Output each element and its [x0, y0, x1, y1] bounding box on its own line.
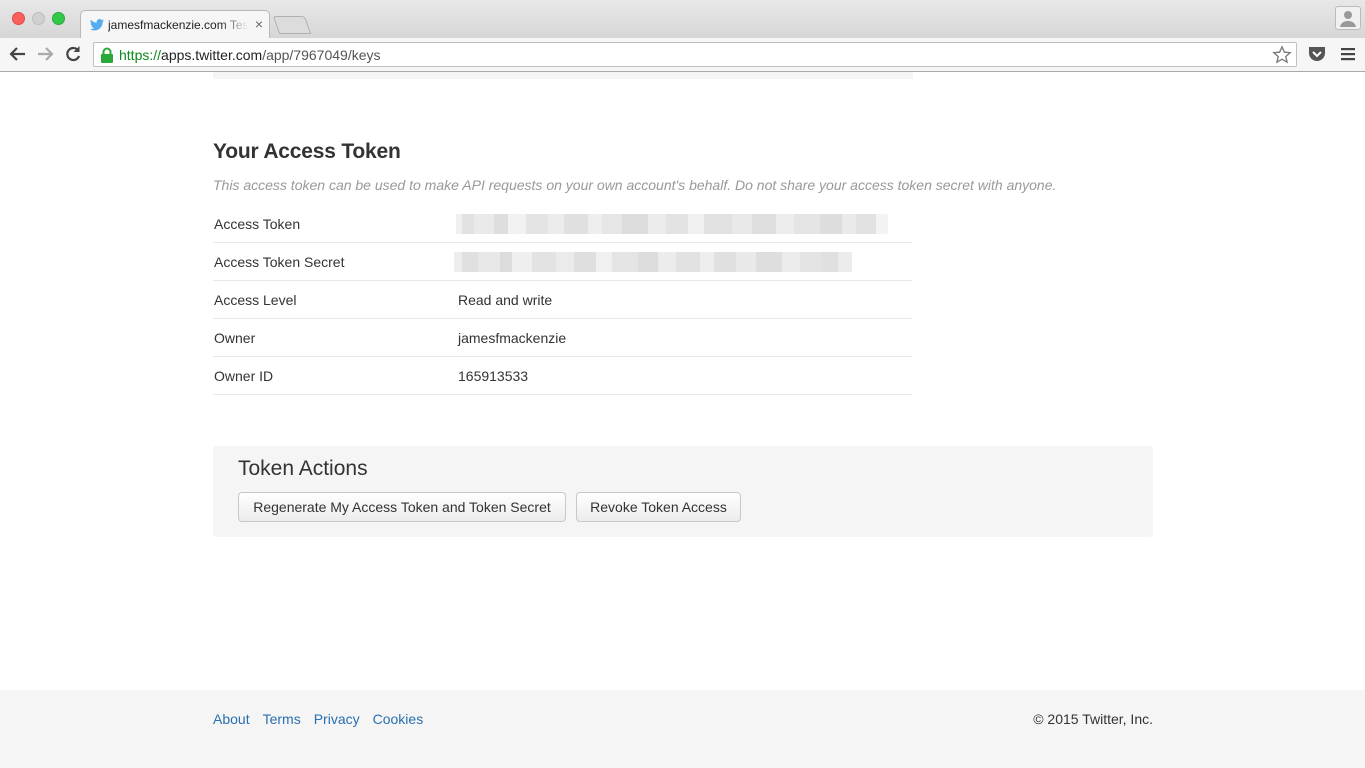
owner-id-value: 165913533	[458, 368, 529, 384]
row-label: Owner ID	[214, 368, 274, 384]
table-row: Access Token	[213, 205, 912, 243]
page-footer: About Terms Privacy Cookies © 2015 Twitt…	[0, 690, 1365, 768]
row-label: Access Level	[214, 292, 297, 308]
row-label: Owner	[214, 330, 256, 346]
previous-section-edge	[213, 72, 913, 79]
back-arrow-icon[interactable]	[8, 44, 28, 64]
tab-close-icon[interactable]: ×	[255, 16, 263, 32]
table-row: Owner ID 165913533	[213, 357, 912, 395]
lock-icon	[101, 47, 113, 63]
access-level-value: Read and write	[458, 292, 553, 308]
row-label: Access Token	[214, 216, 301, 232]
new-tab-button[interactable]	[272, 16, 312, 34]
redacted-access-token	[456, 214, 888, 234]
browser-toolbar: https://apps.twitter.com/app/7967049/key…	[0, 38, 1365, 72]
hamburger-menu-icon[interactable]	[1340, 46, 1356, 62]
table-row: Access Token Secret	[213, 243, 912, 281]
token-actions-panel: Token Actions Regenerate My Access Token…	[213, 446, 1153, 537]
forward-arrow-icon[interactable]	[35, 44, 55, 64]
address-bar[interactable]: https://apps.twitter.com/app/7967049/key…	[93, 42, 1297, 67]
window-close-button[interactable]	[12, 12, 25, 25]
twitter-bird-icon	[90, 19, 104, 31]
footer-link-privacy[interactable]: Privacy	[314, 711, 360, 727]
access-token-table: Access Token Access Token Secret Access …	[213, 205, 912, 395]
reload-icon[interactable]	[63, 44, 83, 64]
regenerate-token-button[interactable]: Regenerate My Access Token and Token Sec…	[238, 492, 566, 522]
copyright-text: © 2015 Twitter, Inc.	[1033, 711, 1153, 727]
bookmark-star-icon[interactable]	[1272, 45, 1292, 65]
window-minimize-button[interactable]	[32, 12, 45, 25]
section-description: This access token can be used to make AP…	[213, 177, 1057, 193]
browser-titlebar: jamesfmackenzie.com Test ×	[0, 0, 1365, 38]
owner-value: jamesfmackenzie	[458, 330, 567, 346]
row-label: Access Token Secret	[214, 254, 345, 270]
user-icon	[1340, 11, 1356, 27]
tab-title: jamesfmackenzie.com Test	[108, 18, 248, 32]
window-maximize-button[interactable]	[52, 12, 65, 25]
section-title: Your Access Token	[213, 140, 401, 163]
table-row: Access Level Read and write	[213, 281, 912, 319]
table-row: Owner jamesfmackenzie	[213, 319, 912, 357]
footer-link-about[interactable]: About	[213, 711, 250, 727]
footer-link-terms[interactable]: Terms	[263, 711, 301, 727]
footer-link-cookies[interactable]: Cookies	[373, 711, 424, 727]
profile-button[interactable]	[1335, 6, 1361, 30]
revoke-token-button[interactable]: Revoke Token Access	[576, 492, 741, 522]
browser-tab-active[interactable]: jamesfmackenzie.com Test ×	[80, 10, 270, 38]
footer-links: About Terms Privacy Cookies	[213, 711, 436, 727]
pocket-icon[interactable]	[1307, 45, 1327, 63]
url-text: https://apps.twitter.com/app/7967049/key…	[119, 47, 381, 63]
token-actions-title: Token Actions	[238, 457, 368, 480]
redacted-access-token-secret	[454, 252, 852, 272]
